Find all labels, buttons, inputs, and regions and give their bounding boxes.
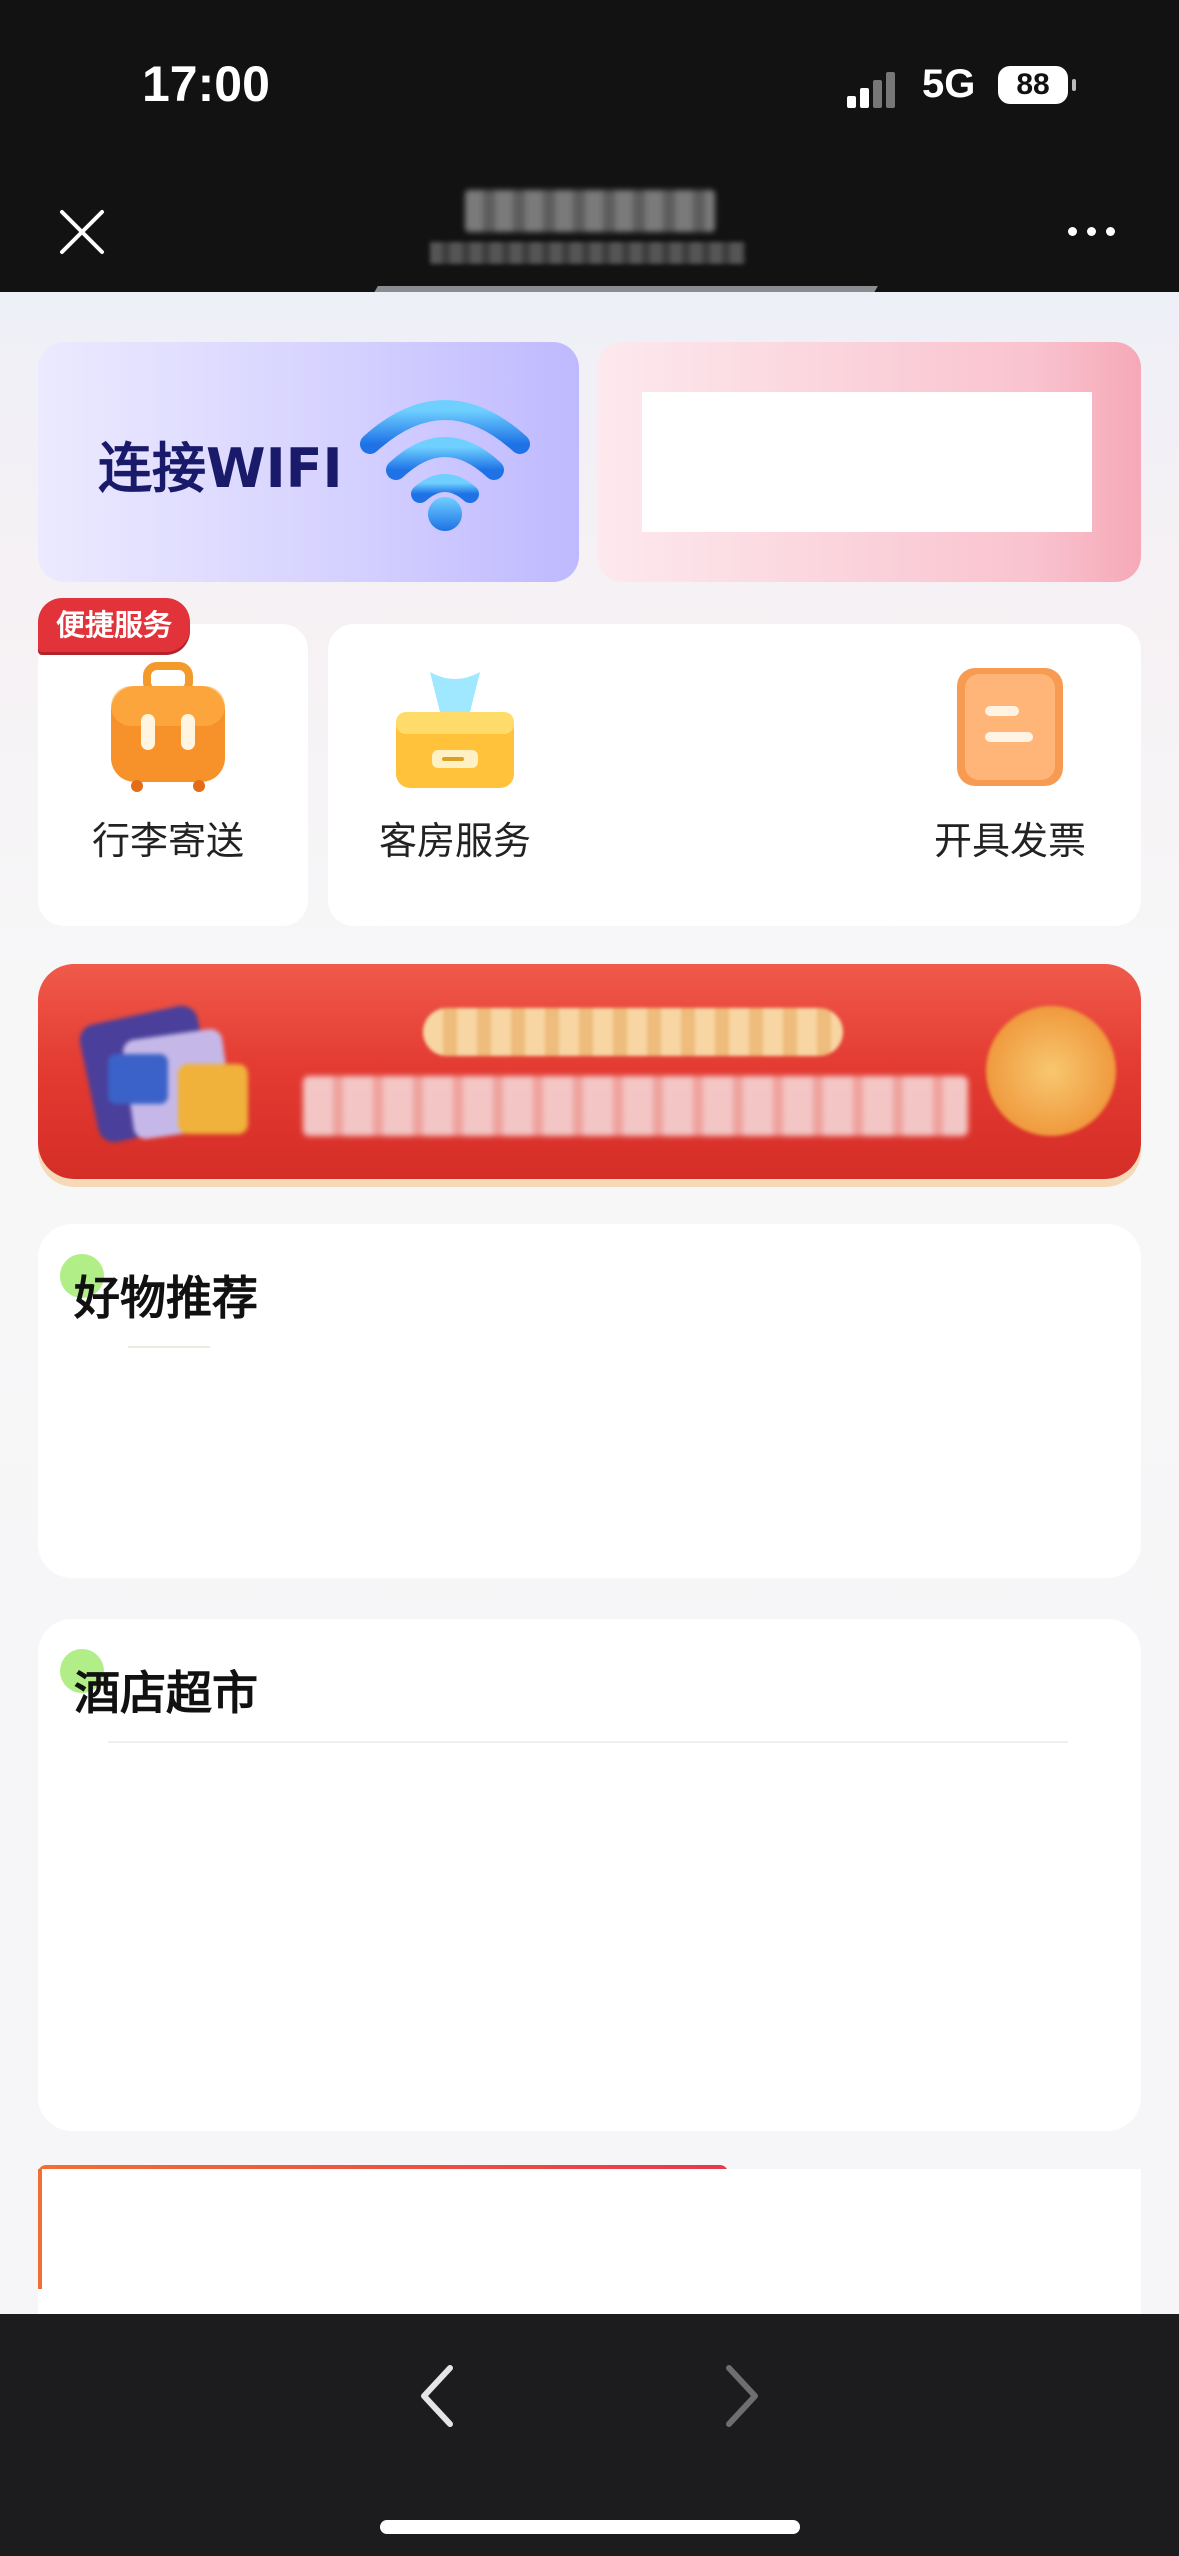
- promo-placeholder: [642, 392, 1092, 532]
- service-label: 客房服务: [378, 819, 531, 863]
- page-subtitle-blurred: [430, 242, 745, 264]
- browser-toolbar: [0, 2314, 1179, 2556]
- wifi-icon: [360, 400, 530, 531]
- more-options-icon[interactable]: [1068, 216, 1128, 246]
- connect-wifi-card[interactable]: 连接WIFI: [38, 342, 579, 582]
- nav-bar: [0, 160, 1179, 292]
- recommended-goods-section[interactable]: 好物推荐: [38, 1224, 1141, 1578]
- cellular-signal-icon: [847, 72, 895, 108]
- convenient-service-badge: 便捷服务: [38, 598, 190, 652]
- section-divider: [108, 1741, 1068, 1743]
- service-label: 行李寄送: [91, 819, 244, 863]
- network-type: 5G: [922, 62, 976, 106]
- luggage-icon: [111, 662, 225, 792]
- page-title-blurred: [465, 190, 715, 232]
- section-title: 酒店超市: [74, 1666, 258, 1720]
- service-luggage-delivery[interactable]: 行李寄送: [78, 662, 258, 865]
- close-icon[interactable]: [50, 200, 114, 264]
- section-title: 好物推荐: [74, 1271, 258, 1325]
- service-label: 开具发票: [933, 819, 1086, 863]
- section-underline: [128, 1346, 210, 1348]
- battery-icon: 88: [998, 66, 1076, 104]
- coin-icon: [986, 1006, 1116, 1136]
- status-bar: 17:00 5G 88: [0, 0, 1179, 160]
- bottom-card-edge: [38, 2169, 42, 2289]
- invoice-icon: [957, 668, 1063, 786]
- home-indicator[interactable]: [380, 2520, 800, 2534]
- hotel-market-section[interactable]: 酒店超市: [38, 1619, 1141, 2131]
- service-room-service[interactable]: 客房服务: [365, 662, 545, 865]
- tissue-box-icon: [396, 672, 514, 788]
- gift-illustration: [79, 1005, 248, 1143]
- service-issue-invoice[interactable]: 开具发票: [920, 662, 1100, 865]
- page-content[interactable]: 连接WIFI 便捷服务 行李寄送 客房服务 开具发票 好物推荐 酒店超市: [0, 292, 1179, 2314]
- status-time: 17:00: [142, 56, 270, 112]
- back-arrow-icon[interactable]: [410, 2356, 466, 2436]
- connect-wifi-label: 连接WIFI: [98, 437, 343, 500]
- banner-title-blurred: [423, 1008, 843, 1056]
- banner-text-blurred: [303, 1076, 968, 1136]
- promo-banner[interactable]: [38, 964, 1141, 1179]
- bottom-card[interactable]: [38, 2169, 1141, 2314]
- forward-arrow-icon[interactable]: [713, 2356, 769, 2436]
- promo-card[interactable]: [597, 342, 1141, 582]
